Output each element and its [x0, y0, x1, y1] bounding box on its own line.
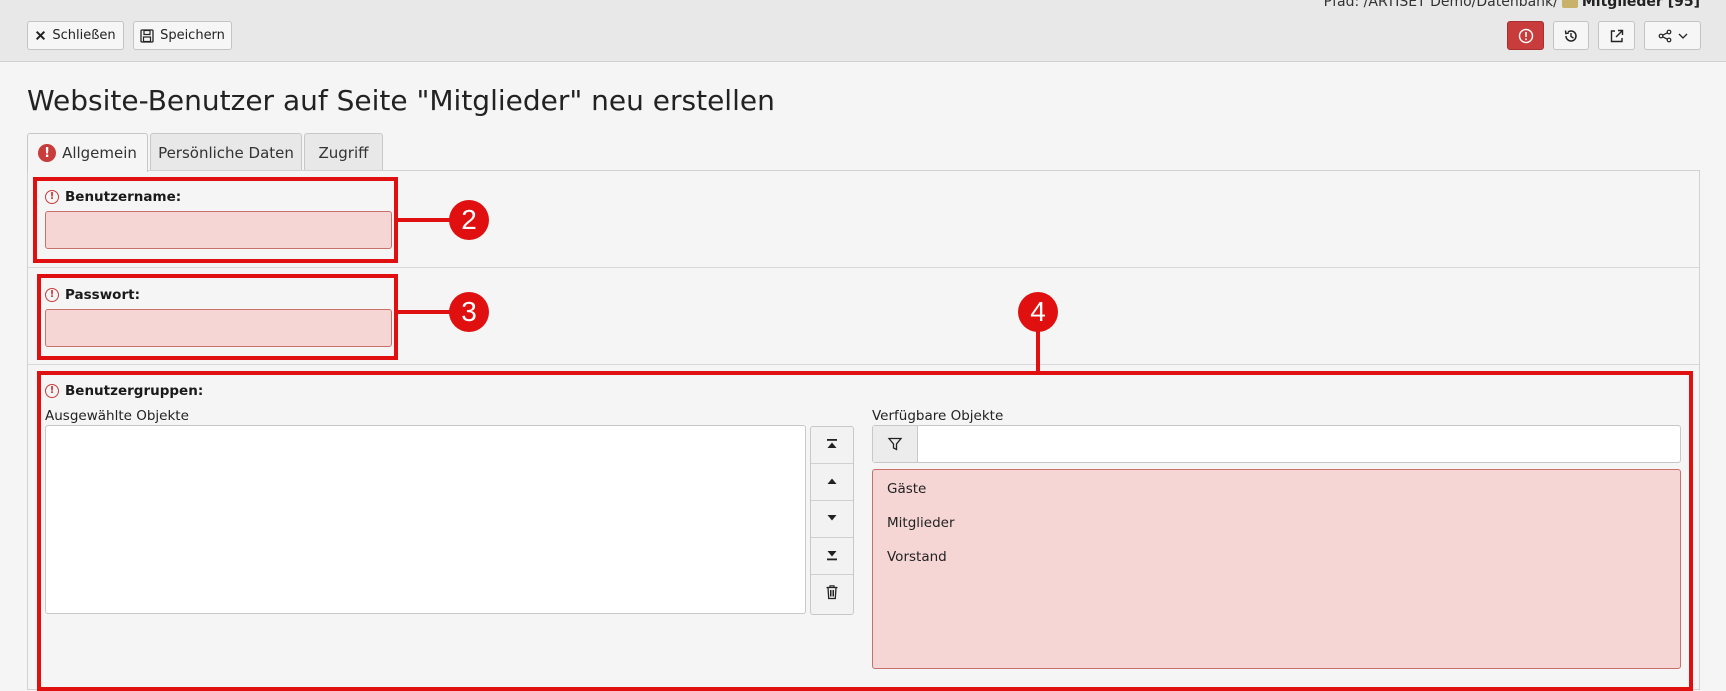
annotation-connector-2 — [398, 218, 450, 222]
tab-zugriff[interactable]: Zugriff — [304, 133, 383, 171]
annotation-marker-3: 3 — [449, 292, 489, 332]
annotation-connector-3 — [398, 310, 450, 314]
save-icon — [140, 28, 154, 43]
folder-icon — [1561, 0, 1578, 8]
annotation-marker-4: 4 — [1018, 292, 1058, 332]
open-new-window-button[interactable] — [1598, 21, 1635, 50]
tab-allgemein[interactable]: ! Allgemein — [27, 133, 148, 172]
close-button[interactable]: Schließen — [27, 21, 124, 50]
annotation-marker-2: 2 — [449, 200, 489, 240]
toolbar: Pfad: /ARTISET Demo/Datenbank/Mitglieder… — [0, 0, 1726, 62]
chevron-down-icon — [1678, 32, 1688, 40]
divider — [28, 267, 1699, 268]
error-status-button[interactable] — [1507, 21, 1544, 50]
history-icon — [1563, 28, 1579, 44]
annotation-box-4 — [37, 371, 1693, 691]
history-button[interactable] — [1553, 21, 1589, 50]
error-icon: ! — [38, 144, 57, 162]
page-title: Website-Benutzer auf Seite "Mitglieder" … — [27, 84, 775, 117]
divider — [28, 364, 1699, 365]
annotation-connector-4 — [1036, 328, 1040, 372]
external-link-icon — [1609, 28, 1625, 44]
save-button[interactable]: Speichern — [133, 21, 232, 50]
annotation-box-3 — [37, 274, 398, 360]
error-icon — [1518, 28, 1534, 44]
share-icon — [1658, 29, 1672, 43]
close-icon — [35, 30, 46, 41]
tab-persoenliche-daten[interactable]: Persönliche Daten — [150, 133, 302, 171]
annotation-box-2 — [33, 177, 398, 263]
breadcrumb: Pfad: /ARTISET Demo/Datenbank/Mitglieder… — [1324, 0, 1700, 10]
breadcrumb-current-page: Mitglieder [95] — [1581, 0, 1700, 10]
share-dropdown-button[interactable] — [1644, 21, 1701, 50]
